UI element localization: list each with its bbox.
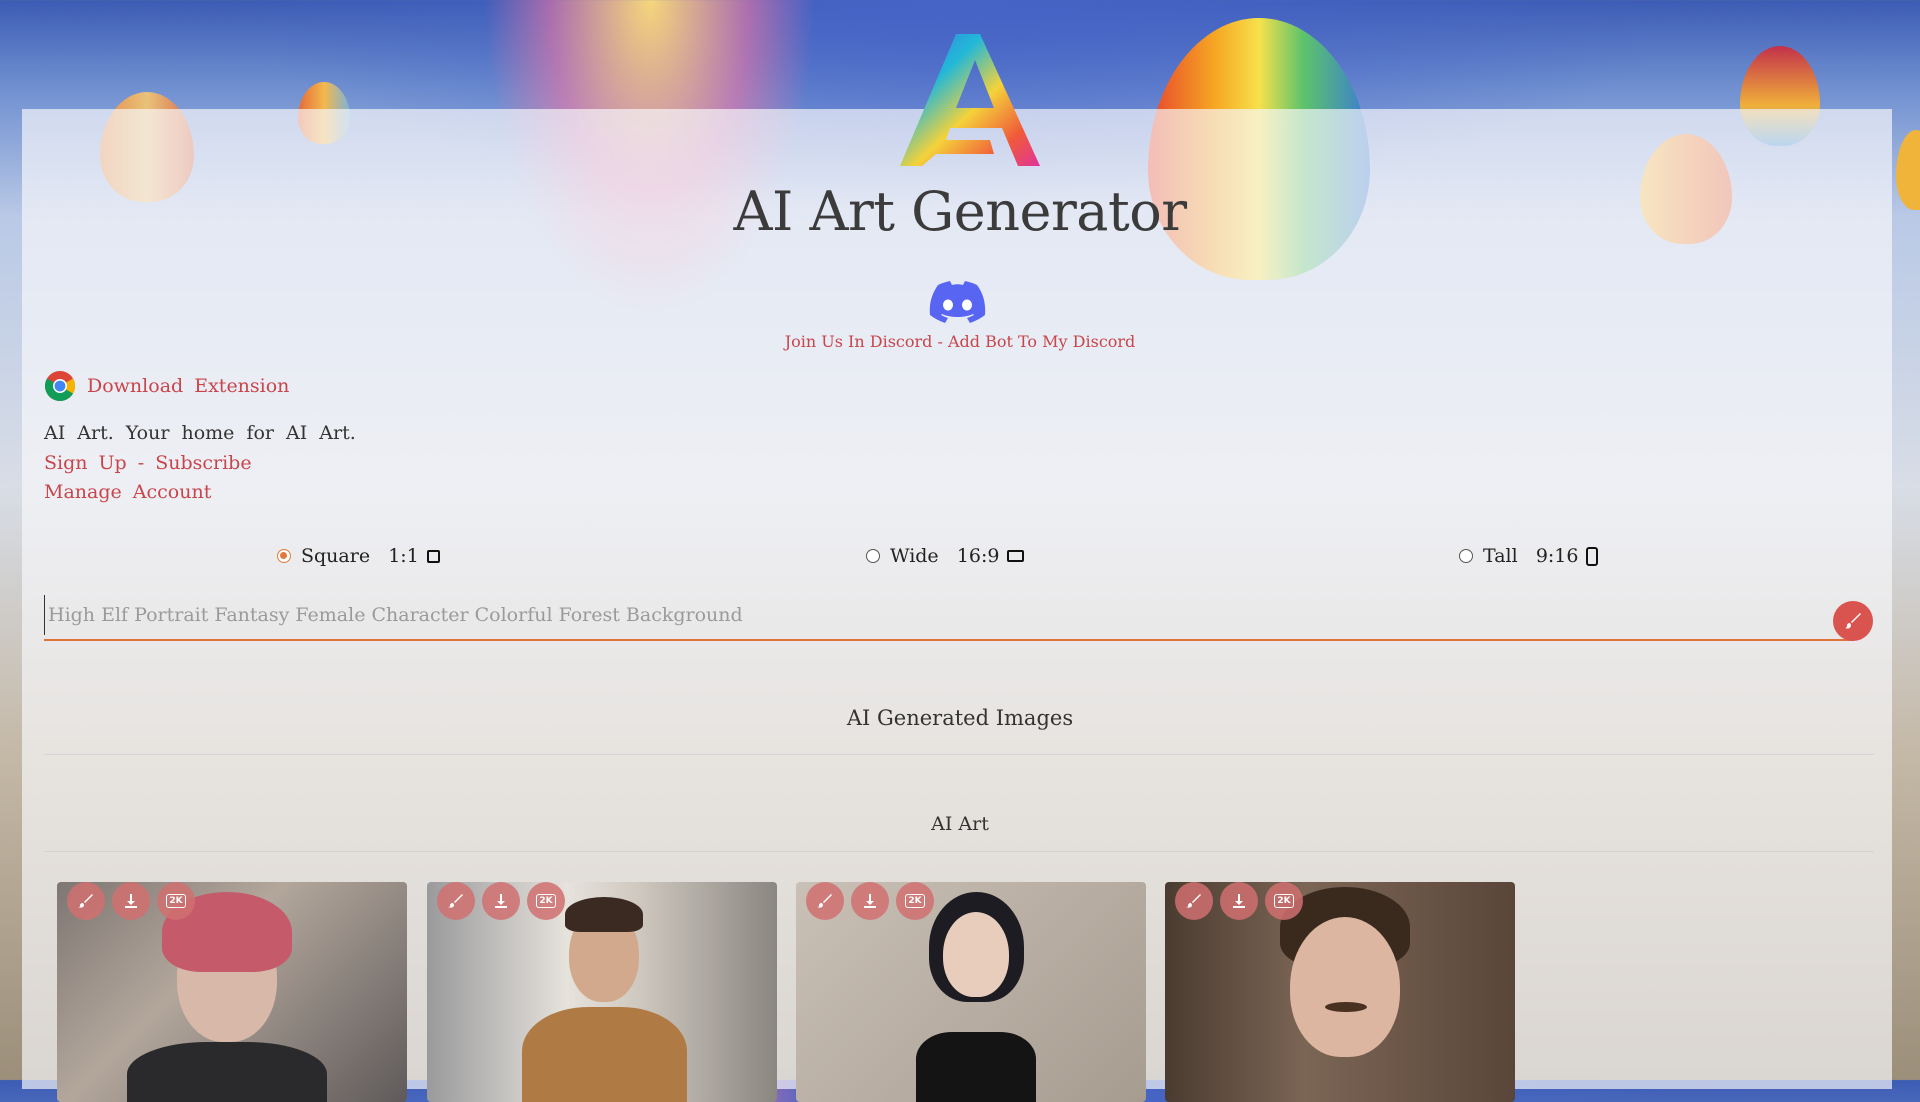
portrait-image <box>1290 917 1400 1057</box>
discord-icon[interactable] <box>929 281 986 325</box>
square-shape-icon <box>426 549 440 563</box>
2k-upscale-icon: 2K <box>166 894 186 908</box>
card-toolbar: 2K <box>67 882 195 920</box>
prompt-input[interactable] <box>44 595 1808 635</box>
download-extension[interactable]: Download Extension <box>44 370 289 402</box>
aspect-option-tall[interactable]: Tall 9:16 <box>1459 545 1599 567</box>
art-card[interactable]: 2K <box>427 882 777 1102</box>
download-icon <box>495 894 507 908</box>
subscribe-link[interactable]: Subscribe <box>155 452 251 474</box>
download-button[interactable] <box>851 882 889 920</box>
radio-button-selected[interactable] <box>277 549 291 563</box>
account-links: Sign Up - Subscribe <box>44 452 252 474</box>
radio-button[interactable] <box>866 549 880 563</box>
aspect-name: Tall <box>1483 545 1518 567</box>
upscale-2k-button[interactable]: 2K <box>157 882 195 920</box>
divider <box>44 754 1874 755</box>
link-separator: - <box>126 452 156 474</box>
portrait-mustache <box>1325 1002 1367 1012</box>
portrait-hair <box>565 897 643 932</box>
discord-links: Join Us In Discord - Add Bot To My Disco… <box>0 332 1920 351</box>
aspect-ratio: 16:9 <box>956 545 1000 567</box>
edit-icon <box>817 894 832 908</box>
edit-icon <box>78 894 93 908</box>
download-button[interactable] <box>1220 882 1258 920</box>
download-button[interactable] <box>482 882 520 920</box>
upscale-2k-button[interactable]: 2K <box>1265 882 1303 920</box>
aspect-option-wide[interactable]: Wide 16:9 <box>866 545 1025 567</box>
card-toolbar: 2K <box>806 882 934 920</box>
aspect-name: Square <box>301 545 371 567</box>
edit-button[interactable] <box>67 882 105 920</box>
card-toolbar: 2K <box>437 882 565 920</box>
aspect-option-square[interactable]: Square 1:1 <box>277 545 440 567</box>
2k-upscale-icon: 2K <box>905 894 925 908</box>
logo-icon <box>900 34 1040 166</box>
portrait-dress <box>916 1032 1036 1102</box>
download-icon <box>125 894 137 908</box>
gallery-section-title: AI Generated Images <box>846 706 1074 730</box>
download-icon <box>864 894 876 908</box>
add-bot-link[interactable]: Add Bot To My Discord <box>948 332 1135 351</box>
art-card[interactable]: 2K <box>57 882 407 1102</box>
portrait-jacket <box>522 1007 687 1102</box>
prompt-field <box>44 595 1854 641</box>
aspect-name: Wide <box>890 545 939 567</box>
edit-button[interactable] <box>806 882 844 920</box>
generate-button[interactable] <box>1833 601 1873 641</box>
join-discord-link[interactable]: Join Us In Discord <box>785 332 933 351</box>
sign-up-link[interactable]: Sign Up <box>44 452 127 474</box>
aspect-ratio: 1:1 <box>388 545 419 567</box>
aspect-ratio: 9:16 <box>1535 545 1579 567</box>
chrome-icon <box>44 371 76 402</box>
card-toolbar: 2K <box>1175 882 1303 920</box>
edit-button[interactable] <box>1175 882 1213 920</box>
portrait-image <box>943 912 1009 997</box>
link-separator: - <box>932 332 948 351</box>
download-icon <box>1233 894 1245 908</box>
brush-icon <box>1845 613 1861 629</box>
art-card[interactable]: 2K <box>1165 882 1515 1102</box>
2k-upscale-icon: 2K <box>1274 894 1294 908</box>
edit-icon <box>448 894 463 908</box>
gallery-subsection-title: AI Art <box>931 813 989 835</box>
art-card[interactable]: 2K <box>796 882 1146 1102</box>
edit-button[interactable] <box>437 882 475 920</box>
upscale-2k-button[interactable]: 2K <box>527 882 565 920</box>
divider <box>44 851 1874 852</box>
portrait-jacket <box>127 1042 327 1102</box>
tagline: AI Art. Your home for AI Art. <box>44 422 356 444</box>
2k-upscale-icon: 2K <box>536 894 556 908</box>
download-extension-label[interactable]: Download Extension <box>87 375 289 397</box>
manage-account-link[interactable]: Manage Account <box>44 481 211 503</box>
upscale-2k-button[interactable]: 2K <box>896 882 934 920</box>
download-button[interactable] <box>112 882 150 920</box>
radio-button[interactable] <box>1459 549 1473 563</box>
edit-icon <box>1186 894 1201 908</box>
wide-shape-icon <box>1007 550 1025 562</box>
tall-shape-icon <box>1586 546 1599 566</box>
page-title: AI Art Generator <box>733 180 1187 243</box>
